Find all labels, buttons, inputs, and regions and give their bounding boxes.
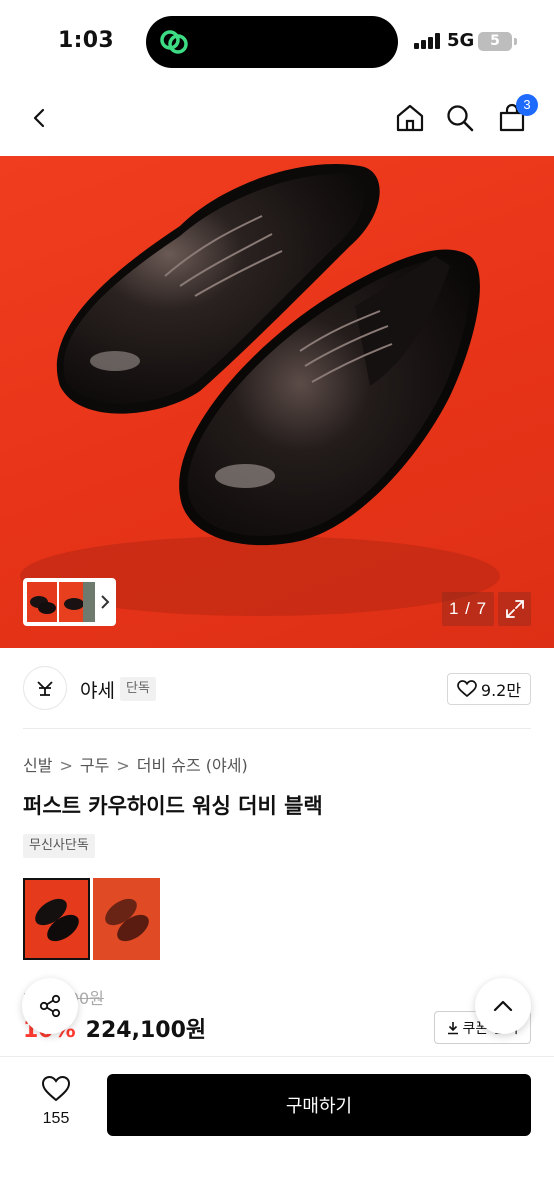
product-image[interactable] xyxy=(0,156,554,648)
chevron-up-icon xyxy=(493,1000,513,1012)
cart-count-badge: 3 xyxy=(516,94,538,116)
wishlist-button[interactable]: 155 xyxy=(28,1075,84,1135)
cart-button[interactable]: 3 xyxy=(492,94,538,138)
color-option-brown[interactable] xyxy=(93,878,160,960)
breadcrumb-item-dress-shoes[interactable]: 구두 xyxy=(80,756,109,775)
chevron-left-icon xyxy=(33,108,45,128)
network-type: 5G xyxy=(447,30,475,51)
bottom-action-bar: 155 구매하기 xyxy=(0,1056,554,1200)
shoes-photo xyxy=(20,164,500,616)
breadcrumb-item-shoes[interactable]: 신발 xyxy=(23,756,52,775)
expand-image-button[interactable] xyxy=(498,592,531,626)
search-button[interactable] xyxy=(440,98,480,138)
chevron-right-icon xyxy=(101,595,110,609)
color-thumb-brown xyxy=(105,898,149,942)
signal-icon xyxy=(414,33,442,49)
wishlist-count: 155 xyxy=(42,1110,70,1127)
buy-button[interactable]: 구매하기 xyxy=(107,1074,531,1136)
image-thumbnails[interactable] xyxy=(23,578,116,626)
exclusive-badge: 무신사단독 xyxy=(23,834,95,858)
heart-icon xyxy=(457,680,477,698)
product-title: 퍼스트 카우하이드 워싱 더비 블랙 xyxy=(23,794,323,818)
home-icon xyxy=(396,104,424,132)
link-app-icon xyxy=(160,30,188,54)
breadcrumb: 신발 > 구두 > 더비 슈즈 (야세) xyxy=(23,752,248,776)
status-time: 1:03 xyxy=(58,28,114,53)
thumbnail-1[interactable] xyxy=(27,582,57,622)
thumbnail-3[interactable] xyxy=(83,582,95,622)
breadcrumb-separator: > xyxy=(116,756,130,775)
status-bar: 1:03 5G 5 xyxy=(0,0,554,84)
color-thumb-black xyxy=(35,898,79,942)
brand-logo[interactable] xyxy=(23,666,67,710)
top-navigation: 3 xyxy=(0,84,554,156)
brand-emblem-icon xyxy=(37,681,53,696)
breadcrumb-separator: > xyxy=(59,756,73,775)
back-button[interactable] xyxy=(20,98,60,138)
breadcrumb-item-derby[interactable]: 더비 슈즈 (야세) xyxy=(137,756,248,775)
image-counter: 1 / 7 xyxy=(442,592,494,626)
brand-row: 야세 단독 9.2만 xyxy=(0,662,554,718)
expand-icon xyxy=(505,600,524,618)
share-button[interactable] xyxy=(22,978,78,1034)
brand-name[interactable]: 야세 xyxy=(80,676,115,703)
heart-icon xyxy=(41,1075,71,1102)
brand-like-count: 9.2만 xyxy=(480,681,522,700)
sale-price: 224,100원 xyxy=(85,1018,207,1043)
color-option-black[interactable] xyxy=(23,878,90,960)
scroll-top-button[interactable] xyxy=(475,978,531,1034)
divider xyxy=(23,728,531,729)
search-icon xyxy=(447,105,474,132)
dynamic-island xyxy=(146,16,398,68)
brand-exclusive-tag: 단독 xyxy=(120,677,156,701)
battery-tip xyxy=(514,38,517,45)
share-icon xyxy=(39,994,61,1018)
home-button[interactable] xyxy=(390,98,430,138)
brand-like-button[interactable]: 9.2만 xyxy=(447,673,531,705)
battery-icon: 5 xyxy=(478,32,512,51)
download-icon xyxy=(447,1021,458,1034)
